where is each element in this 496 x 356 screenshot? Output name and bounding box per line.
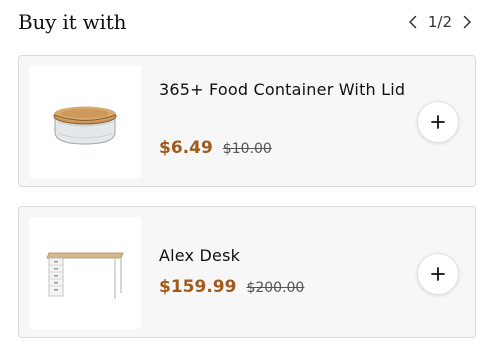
product-old-price: $200.00 xyxy=(246,280,305,296)
section-title: Buy it with xyxy=(18,10,127,34)
pager-current: 1 xyxy=(427,13,438,31)
plus-icon xyxy=(431,267,445,281)
chevron-left-icon xyxy=(409,15,417,29)
pager-total: 2 xyxy=(442,13,452,31)
product-old-price: $10.00 xyxy=(222,141,272,157)
food-container-image xyxy=(53,106,117,145)
add-to-cart-button[interactable] xyxy=(417,253,459,295)
product-name[interactable]: Alex Desk xyxy=(159,242,409,269)
plus-icon xyxy=(431,115,445,129)
product-thumbnail[interactable] xyxy=(29,217,141,329)
product-price: $159.99 xyxy=(159,277,237,297)
desk-image xyxy=(46,252,124,299)
product-card: 365+ Food Container With Lid $6.49 $10.0… xyxy=(18,55,476,187)
pager-count: 1/2 xyxy=(424,13,456,31)
add-to-cart-button[interactable] xyxy=(417,101,459,143)
product-name[interactable]: 365+ Food Container With Lid xyxy=(159,76,409,103)
buy-it-with-header: Buy it with 1/2 xyxy=(18,8,478,38)
product-prices: $159.99 $200.00 xyxy=(159,277,304,297)
product-thumbnail[interactable] xyxy=(29,66,141,178)
pager-next-button[interactable] xyxy=(456,10,478,34)
chevron-right-icon xyxy=(463,15,471,29)
product-card: Alex Desk $159.99 $200.00 xyxy=(18,206,476,338)
pager: 1/2 xyxy=(402,10,478,34)
product-prices: $6.49 $10.00 xyxy=(159,138,272,158)
product-price: $6.49 xyxy=(159,138,213,158)
pager-prev-button[interactable] xyxy=(402,10,424,34)
